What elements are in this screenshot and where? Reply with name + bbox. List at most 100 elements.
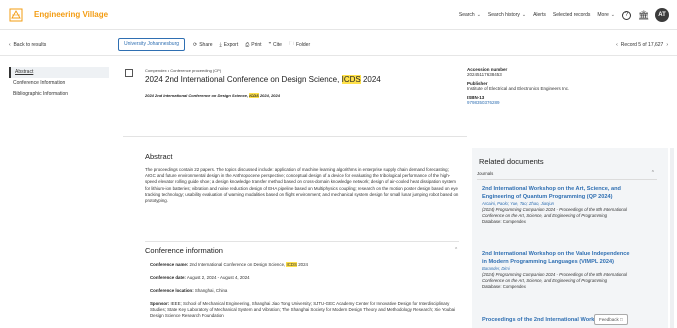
database-name: Compendex [145, 68, 167, 73]
more-menu[interactable]: More ⌄ [597, 12, 615, 18]
section-nav-bibliographic-information[interactable]: Bibliographic Information [9, 89, 109, 100]
engineering-village-logo-icon[interactable] [9, 8, 23, 22]
alerts-link[interactable]: Alerts [533, 12, 546, 18]
search-menu[interactable]: Search ⌄ [459, 12, 481, 18]
chat-icon: □ [620, 317, 623, 322]
related-documents-panel: Related documents Journals ⌃ 2nd Interna… [472, 148, 668, 328]
cite-button[interactable]: ” Cite [269, 41, 282, 49]
related-document-source: (2024) Programming Companion 2024 - Proc… [482, 207, 632, 218]
section-nav: Abstract Conference Information Bibliogr… [9, 67, 109, 100]
document-type: Conference proceeding (CP) [170, 68, 222, 73]
journals-filter-label[interactable]: Journals [477, 171, 493, 176]
related-document-database: Database: Compendex [482, 283, 526, 289]
abstract-heading: Abstract [145, 152, 173, 161]
feedback-label: Feedback [599, 317, 619, 322]
conference-information-heading: Conference information [145, 246, 223, 255]
share-label: Share [199, 42, 213, 48]
conference-name-row: Conference name: 2nd International Confe… [150, 262, 462, 268]
related-documents-heading: Related documents [479, 157, 544, 166]
record-pagination: ‹ Record 5 of 17,627 › [616, 42, 668, 48]
previous-record-icon[interactable]: ‹ [616, 42, 618, 48]
conference-name-suffix: 2024 [298, 262, 308, 267]
export-icon: ⤓ [219, 42, 222, 48]
next-record-icon[interactable]: › [666, 42, 668, 48]
panel-scrollbar[interactable] [670, 148, 674, 328]
conference-divider [145, 241, 459, 242]
folder-icon: 🗀 [288, 41, 294, 47]
conference-location-value: Shanghai, China [194, 288, 228, 293]
search-history-menu[interactable]: Search history ⌄ [488, 12, 526, 18]
folder-button[interactable]: 🗀 Folder [289, 41, 310, 49]
selected-records-label: Selected records [552, 12, 591, 18]
title-suffix: 2024 [362, 75, 381, 84]
conference-date-value: August 2, 2024 - August 4, 2024 [186, 275, 250, 280]
related-document-source-text: (2024) Programming Companion 2024 - Proc… [482, 272, 627, 283]
record-position: Record 5 of 17,627 [620, 42, 664, 48]
source-text: 2024 2nd International Conference on Des… [145, 93, 249, 98]
search-history-label: Search history [487, 12, 520, 18]
related-document-item: 2nd International Workshop on the Art, S… [482, 185, 632, 224]
conference-name-label: Conference name: [150, 262, 189, 267]
record-actions: ⟳ Share ⤓ Export ⎙ Print ” Cite 🗀 Folder [193, 41, 310, 49]
share-icon: ⟳ [193, 42, 198, 48]
conference-sponsor-row: Sponsor: IEEE; School of Mechanical Engi… [150, 301, 462, 320]
conference-name-value: 2nd International Conference on Design S… [189, 262, 286, 267]
related-document-title-link[interactable]: 2nd International Workshop on the Value … [482, 250, 632, 266]
brand-name[interactable]: Engineering Village [34, 10, 108, 19]
source-highlight: ICDS [249, 93, 259, 98]
folder-label: Folder [295, 42, 311, 48]
select-record-checkbox[interactable] [125, 69, 133, 77]
record-toolbar: ‹ Back to results University Johannesbur… [0, 34, 677, 56]
conference-location-label: Conference location: [150, 288, 194, 293]
isbn-value: 9798350376289 [467, 100, 500, 105]
conference-name-highlight: ICDS [286, 262, 297, 267]
print-button[interactable]: ⎙ Print [245, 41, 261, 49]
quote-icon: ” [268, 42, 272, 48]
chevron-down-icon: ⌄ [476, 12, 481, 18]
more-label: More [597, 12, 609, 18]
conference-date-label: Conference date: [150, 275, 186, 280]
share-button[interactable]: ⟳ Share [193, 41, 213, 49]
user-avatar[interactable]: AT [655, 8, 669, 22]
record-title: 2024 2nd International Conference on Des… [145, 75, 381, 84]
export-button[interactable]: ⤓ Export [220, 41, 239, 49]
publisher-value: Institute of Electrical and Electronics … [467, 86, 570, 91]
back-label: Back to results [13, 42, 47, 48]
institution-icon[interactable]: 🏛 [638, 10, 649, 20]
title-text: 2024 2nd International Conference on Des… [145, 75, 340, 84]
conference-sponsor-value: IEEE; School of Mechanical Engineering, … [150, 301, 456, 319]
feedback-button[interactable]: Feedback □ [594, 314, 628, 325]
section-nav-abstract[interactable]: Abstract [9, 67, 109, 78]
accession-number-value: 20245117638453 [467, 72, 502, 77]
record-breadcrumb: Compendex • Conference proceeding (CP) [145, 68, 221, 73]
section-nav-conference-information[interactable]: Conference Information [9, 78, 109, 89]
top-navigation: Search ⌄ Search history ⌄ Alerts Selected … [459, 8, 669, 22]
conference-date-row: Conference date: August 2, 2024 - August… [150, 275, 462, 281]
print-label: Print [251, 42, 262, 48]
journals-divider [477, 179, 657, 180]
chevron-up-icon[interactable]: ⌃ [651, 170, 655, 176]
record-source: 2024 2nd International Conference on Des… [145, 93, 280, 98]
export-label: Export [223, 42, 239, 48]
related-document-item: 2nd International Workshop on the Value … [482, 250, 632, 289]
collapse-caret-icon[interactable]: ⌃ [454, 247, 458, 253]
top-header: Engineering Village Search ⌄ Search histo… [0, 0, 677, 30]
cite-label: Cite [273, 42, 282, 48]
print-icon: ⎙ [245, 42, 250, 48]
related-document-source-text: (2024) Programming Companion 2024 - Proc… [482, 207, 627, 218]
breadcrumb-separator: • [167, 68, 170, 73]
record-metadata: Accession number 20245117638453 Publishe… [467, 67, 667, 109]
related-document-title-link[interactable]: 2nd International Workshop on the Art, S… [482, 185, 632, 201]
selected-records-link[interactable]: Selected records [553, 12, 591, 18]
conference-sponsor-label: Sponsor: [150, 301, 170, 306]
related-document-source: (2024) Programming Companion 2024 - Proc… [482, 272, 632, 283]
chevron-down-icon: ⌄ [521, 12, 527, 18]
conference-location-row: Conference location: Shanghai, China [150, 288, 462, 294]
source-suffix: 2024, 2024 [259, 93, 280, 98]
search-menu-label: Search [458, 12, 475, 18]
help-icon[interactable]: ? [622, 10, 631, 20]
back-to-results-link[interactable]: ‹ Back to results [9, 42, 46, 48]
abstract-text: The proceedings contain 22 papers. The t… [145, 167, 459, 204]
university-button[interactable]: University Johannesburg [118, 38, 186, 51]
title-highlight: ICDS [341, 75, 361, 84]
